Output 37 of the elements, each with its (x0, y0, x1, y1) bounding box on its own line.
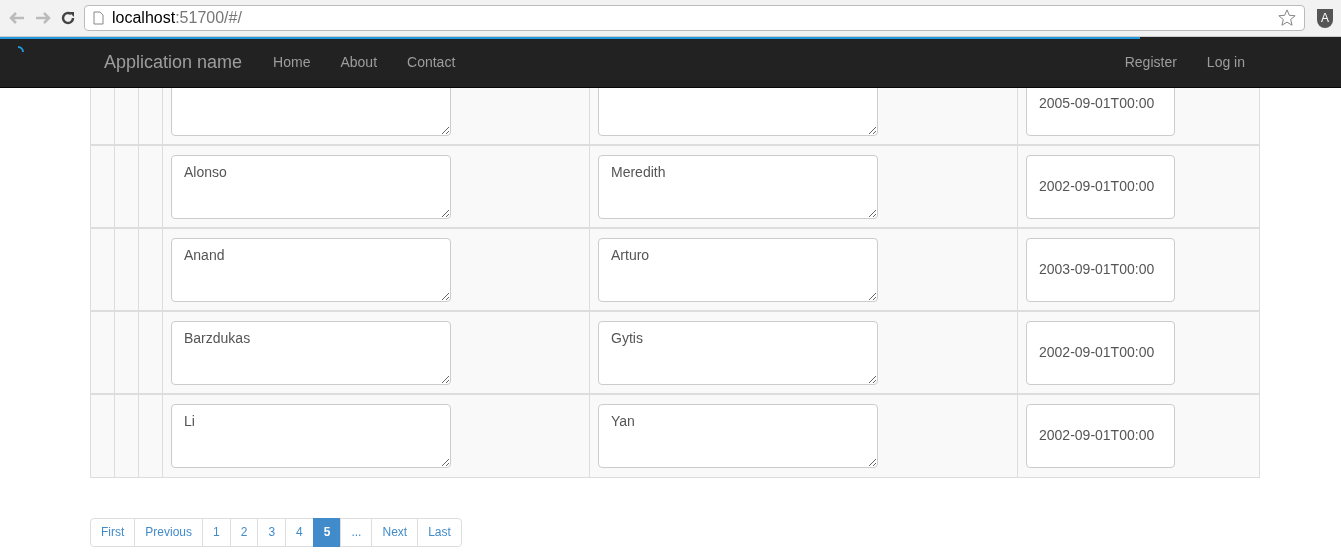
url-text: localhost:51700/#/ (112, 8, 243, 28)
page-link[interactable]: 3 (257, 517, 287, 547)
nav-link[interactable]: About (340, 51, 378, 73)
date-field[interactable]: 2002-09-01T00:00 (1026, 154, 1175, 219)
reload-icon[interactable] (60, 10, 76, 26)
first-name-field[interactable]: Meredith (598, 154, 878, 219)
last-name-field[interactable]: Alonso (171, 154, 451, 219)
first-name-field[interactable] (598, 88, 878, 136)
app-brand[interactable]: Application name (104, 48, 243, 76)
first-name-field[interactable]: Yan (598, 403, 878, 468)
date-field[interactable]: 2005-09-01T00:00 (1026, 88, 1175, 136)
last-name-field[interactable]: Anand (171, 237, 451, 302)
address-bar[interactable]: localhost:51700/#/ (84, 5, 1305, 31)
page-link[interactable]: Previous (134, 517, 203, 547)
first-name-field[interactable]: Gytis (598, 320, 878, 385)
nav-link[interactable]: Contact (407, 51, 456, 73)
page-link[interactable]: ... (340, 517, 373, 547)
page-link[interactable]: First (90, 517, 136, 547)
last-name-field[interactable]: Barzdukas (171, 320, 451, 385)
extension-badge[interactable]: A (1317, 8, 1333, 28)
nav-link[interactable]: Home (273, 51, 311, 73)
date-field[interactable]: 2002-09-01T00:00 (1026, 320, 1175, 385)
nav-link[interactable]: Register (1124, 51, 1177, 73)
date-field[interactable]: 2003-09-01T00:00 (1026, 237, 1175, 302)
back-icon[interactable] (8, 11, 26, 25)
nav-link[interactable]: Log in (1206, 51, 1245, 73)
last-name-field[interactable]: Li (171, 403, 451, 468)
first-name-field[interactable]: Arturo (598, 237, 878, 302)
star-icon[interactable] (1278, 9, 1296, 27)
page-link[interactable]: Last (417, 517, 462, 547)
forward-icon[interactable] (34, 11, 52, 25)
last-name-field[interactable] (171, 88, 451, 136)
page-icon (93, 11, 104, 25)
page-link[interactable]: Next (371, 517, 419, 547)
date-field[interactable]: 2002-09-01T00:00 (1026, 403, 1175, 468)
page-link[interactable]: 1 (202, 517, 231, 547)
page-link[interactable]: 4 (285, 517, 314, 547)
